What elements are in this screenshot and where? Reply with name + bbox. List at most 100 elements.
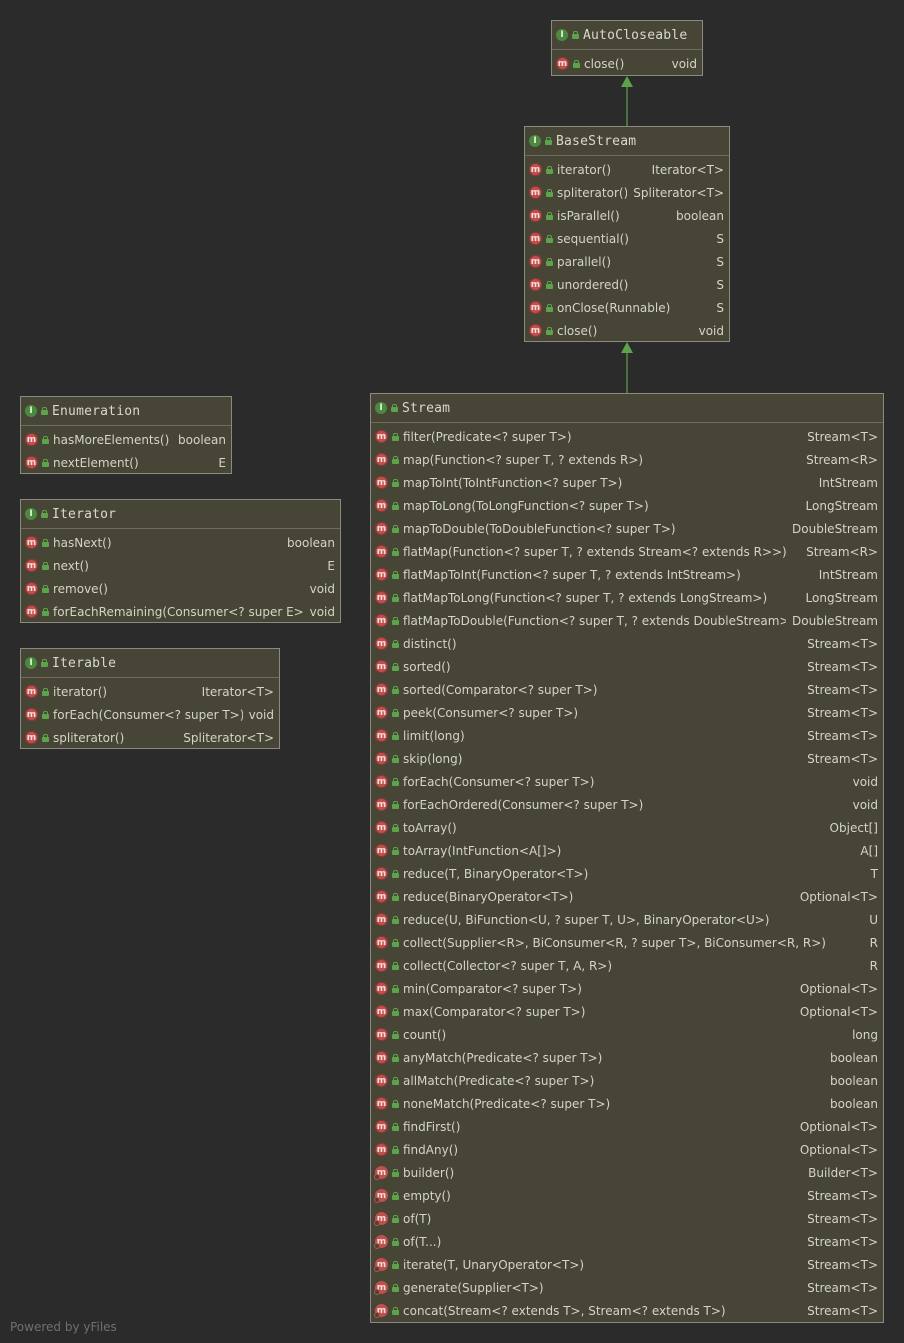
public-lock-icon [392, 547, 399, 556]
method-row[interactable]: m remove() void [21, 577, 340, 600]
method-row[interactable]: m flatMap(Function<? super T, ? extends S… [371, 540, 883, 563]
public-lock-icon [392, 800, 399, 809]
method-return-type: E [218, 455, 226, 470]
method-row[interactable]: m iterate(T, UnaryOperator<T>) Stream<T> [371, 1253, 883, 1276]
method-return-type: void [852, 797, 878, 812]
method-row[interactable]: m map(Function<? super T, ? extends R>) St… [371, 448, 883, 471]
method-row[interactable]: m forEachOrdered(Consumer<? super T>) void [371, 793, 883, 816]
class-node-autocloseable[interactable]: I AutoCloseable m close() void [551, 20, 703, 76]
method-icon: m [374, 1281, 388, 1295]
method-name: max(Comparator<? super T>) [403, 1004, 586, 1019]
method-row[interactable]: m mapToInt(ToIntFunction<? super T>) IntSt… [371, 471, 883, 494]
method-icon: m [25, 605, 38, 618]
method-row[interactable]: m reduce(U, BiFunction<U, ? super T, U>, … [371, 908, 883, 931]
method-row[interactable]: m generate(Supplier<T>) Stream<T> [371, 1276, 883, 1299]
method-name: distinct() [403, 636, 457, 651]
method-name: limit(long) [403, 728, 465, 743]
class-node-stream[interactable]: I Stream m filter(Predicate<? super T>) St… [370, 393, 884, 1323]
method-row[interactable]: m max(Comparator<? super T>) Optional<T> [371, 1000, 883, 1023]
method-row[interactable]: m concat(Stream<? extends T>, Stream<? ex… [371, 1299, 883, 1322]
method-row[interactable]: m spliterator() Spliterator<T> [21, 726, 279, 749]
method-row[interactable]: m mapToLong(ToLongFunction<? super T>) Lon… [371, 494, 883, 517]
method-row[interactable]: m sorted(Comparator<? super T>) Stream<T> [371, 678, 883, 701]
method-row[interactable]: m forEach(Consumer<? super T>) void [21, 703, 279, 726]
method-row[interactable]: m nextElement() E [21, 451, 231, 474]
method-icon: m [375, 545, 388, 558]
class-node-basestream[interactable]: I BaseStream m iterator() Iterator<T> m spli… [524, 126, 730, 342]
method-name: sorted() [403, 659, 451, 674]
method-row[interactable]: m skip(long) Stream<T> [371, 747, 883, 770]
method-return-type: void [852, 774, 878, 789]
method-row[interactable]: m allMatch(Predicate<? super T>) boolean [371, 1069, 883, 1092]
method-icon: m [374, 1304, 388, 1318]
method-row[interactable]: m flatMapToInt(Function<? super T, ? exte… [371, 563, 883, 586]
class-header: I Stream [371, 394, 883, 423]
method-row[interactable]: m hasNext() boolean [21, 531, 340, 554]
method-row[interactable]: m isParallel() boolean [525, 204, 729, 227]
method-list: m close() void [552, 50, 702, 75]
method-icon: m [375, 867, 388, 880]
method-row[interactable]: m collect(Supplier<R>, BiConsumer<R, ? su… [371, 931, 883, 954]
method-row[interactable]: m sorted() Stream<T> [371, 655, 883, 678]
method-icon: m [374, 1166, 388, 1180]
method-row[interactable]: m empty() Stream<T> [371, 1184, 883, 1207]
method-row[interactable]: m close() void [552, 52, 702, 75]
method-name: isParallel() [557, 208, 620, 223]
method-row[interactable]: m forEach(Consumer<? super T>) void [371, 770, 883, 793]
method-row[interactable]: m hasMoreElements() boolean [21, 428, 231, 451]
method-row[interactable]: m findFirst() Optional<T> [371, 1115, 883, 1138]
method-row[interactable]: m onClose(Runnable) S [525, 296, 729, 319]
method-return-type: Optional<T> [799, 981, 878, 996]
method-row[interactable]: m next() E [21, 554, 340, 577]
method-icon: m [374, 1189, 388, 1203]
class-node-enumeration[interactable]: I Enumeration m hasMoreElements() boolean m… [20, 396, 232, 474]
method-row[interactable]: m parallel() S [525, 250, 729, 273]
method-row[interactable]: m collect(Collector<? super T, A, R>) R [371, 954, 883, 977]
method-row[interactable]: m of(T) Stream<T> [371, 1207, 883, 1230]
method-row[interactable]: m anyMatch(Predicate<? super T>) boolean [371, 1046, 883, 1069]
method-row[interactable]: m flatMapToDouble(Function<? super T, ? e… [371, 609, 883, 632]
method-return-type: void [671, 56, 697, 71]
method-name: reduce(U, BiFunction<U, ? super T, U>, B… [403, 912, 770, 927]
method-name: unordered() [557, 277, 629, 292]
method-row[interactable]: m reduce(T, BinaryOperator<T>) T [371, 862, 883, 885]
method-return-type: Optional<T> [799, 1004, 878, 1019]
method-row[interactable]: m unordered() S [525, 273, 729, 296]
public-lock-icon [392, 869, 399, 878]
method-row[interactable]: m sequential() S [525, 227, 729, 250]
class-node-iterable[interactable]: I Iterable m iterator() Iterator<T> m forEac… [20, 648, 280, 749]
method-name: noneMatch(Predicate<? super T>) [403, 1096, 611, 1111]
method-row[interactable]: m spliterator() Spliterator<T> [525, 181, 729, 204]
method-row[interactable]: m toArray(IntFunction<A[]>) A[] [371, 839, 883, 862]
method-row[interactable]: m distinct() Stream<T> [371, 632, 883, 655]
method-name: empty() [403, 1188, 451, 1203]
method-row[interactable]: m toArray() Object[] [371, 816, 883, 839]
public-lock-icon [41, 407, 48, 415]
method-icon: m [529, 163, 542, 176]
class-title: Stream [402, 400, 451, 416]
method-row[interactable]: m peek(Consumer<? super T>) Stream<T> [371, 701, 883, 724]
class-node-iterator[interactable]: I Iterator m hasNext() boolean m next() Em rem… [20, 499, 341, 623]
method-row[interactable]: m flatMapToLong(Function<? super T, ? ext… [371, 586, 883, 609]
method-row[interactable]: m mapToDouble(ToDoubleFunction<? super T>… [371, 517, 883, 540]
method-row[interactable]: m iterator() Iterator<T> [525, 158, 729, 181]
public-lock-icon [392, 823, 399, 832]
interface-icon: I [556, 29, 568, 41]
method-name: iterator() [53, 684, 108, 699]
method-row[interactable]: m limit(long) Stream<T> [371, 724, 883, 747]
method-row[interactable]: m builder() Builder<T> [371, 1161, 883, 1184]
public-lock-icon [392, 846, 399, 855]
method-row[interactable]: m of(T...) Stream<T> [371, 1230, 883, 1253]
method-row[interactable]: m reduce(BinaryOperator<T>) Optional<T> [371, 885, 883, 908]
method-row[interactable]: m iterator() Iterator<T> [21, 680, 279, 703]
method-row[interactable]: m close() void [525, 319, 729, 342]
method-name: min(Comparator<? super T>) [403, 981, 582, 996]
method-icon: m [25, 433, 38, 446]
method-row[interactable]: m filter(Predicate<? super T>) Stream<T> [371, 425, 883, 448]
method-row[interactable]: m count() long [371, 1023, 883, 1046]
method-name: builder() [403, 1165, 455, 1180]
method-row[interactable]: m findAny() Optional<T> [371, 1138, 883, 1161]
method-row[interactable]: m forEachRemaining(Consumer<? super E>) vo… [21, 600, 340, 623]
method-row[interactable]: m noneMatch(Predicate<? super T>) boolean [371, 1092, 883, 1115]
method-row[interactable]: m min(Comparator<? super T>) Optional<T> [371, 977, 883, 1000]
